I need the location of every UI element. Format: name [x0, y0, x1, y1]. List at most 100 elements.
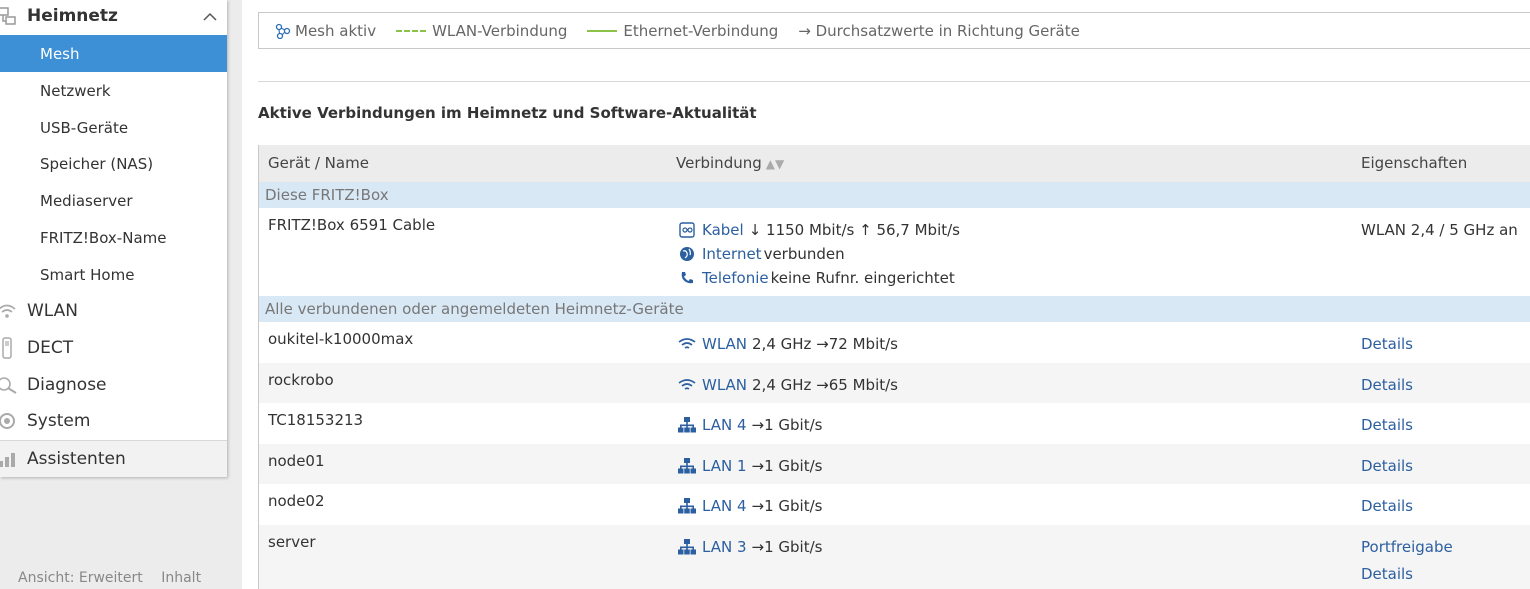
- connection-cell: LAN 3 →1 Gbit/s: [678, 535, 822, 559]
- connection-type-link[interactable]: LAN 4: [702, 497, 747, 515]
- footer: Ansicht: Erweitert Inhalt: [18, 570, 215, 586]
- telefonie-value: keine Rufnr. eingerichtet: [770, 269, 955, 287]
- group-header-fritzbox: Diese FRITZ!Box: [259, 182, 1530, 208]
- sidebar-item-label: FRITZ!Box-Name: [40, 228, 167, 247]
- sidebar-item-smart-home[interactable]: Smart Home: [0, 256, 227, 293]
- sidebar-item-fritzbox-name[interactable]: FRITZ!Box-Name: [0, 219, 227, 256]
- connection-cell: Kabel ↓ 1150 Mbit/s ↑ 56,7 Mbit/s Intern…: [678, 218, 960, 290]
- internet-value: verbunden: [763, 245, 845, 263]
- table-row: FRITZ!Box 6591 Cable Kabel ↓ 1150 Mbit/s…: [259, 208, 1530, 296]
- table-row: node02 LAN 4 →1 Gbit/s Details: [259, 484, 1530, 525]
- nav-system-label: System: [27, 411, 91, 431]
- sort-icon[interactable]: ▲▼: [766, 157, 784, 171]
- col-header-properties: Eigenschaften: [1361, 154, 1468, 172]
- lan-icon: [678, 538, 696, 556]
- diagnose-icon: [0, 374, 18, 396]
- mesh-icon: [275, 23, 291, 39]
- group-header-devices: Alle verbundenen oder angemeldeten Heimn…: [259, 296, 1530, 322]
- table-row: TC18153213 LAN 4 →1 Gbit/s Details: [259, 403, 1530, 444]
- sidebar-item-mediaserver[interactable]: Mediaserver: [0, 182, 227, 219]
- portfreigabe-link[interactable]: Portfreigabe: [1361, 538, 1453, 556]
- ethernet-line-sample: [587, 29, 618, 32]
- connections-table: Gerät / Name Verbindung ▲▼ Eigenschaften …: [258, 145, 1530, 589]
- cable-value: ↓ 1150 Mbit/s ↑ 56,7 Mbit/s: [748, 221, 960, 239]
- sidebar-item-label: Smart Home: [40, 265, 135, 284]
- device-name: server: [268, 532, 316, 551]
- phone-line: Telefonie keine Rufnr. eingerichtet: [678, 266, 960, 290]
- nav-dect-label: DECT: [27, 338, 74, 358]
- cable-modem-icon: [678, 221, 696, 239]
- sidebar-item-label: Netzwerk: [40, 81, 111, 100]
- sidebar-item-netzwerk[interactable]: Netzwerk: [0, 72, 227, 109]
- nav-heimnetz[interactable]: Heimnetz: [0, 0, 227, 34]
- connection-cell: LAN 1 →1 Gbit/s: [678, 454, 822, 478]
- legend: Mesh aktiv WLAN-Verbindung Ethernet-Verb…: [258, 12, 1530, 49]
- legend-ethernet: Ethernet-Verbindung: [587, 22, 778, 40]
- sidebar-item-label: Mesh: [40, 44, 80, 63]
- details-link[interactable]: Details: [1361, 376, 1413, 394]
- nav-diagnose[interactable]: Diagnose: [0, 367, 227, 403]
- legend-wlan-label: WLAN-Verbindung: [432, 21, 568, 40]
- device-name: node02: [268, 492, 325, 510]
- device-name: FRITZ!Box 6591 Cable: [268, 216, 436, 234]
- details-link[interactable]: Details: [1361, 565, 1413, 583]
- assistant-icon: [0, 448, 18, 470]
- connection-speed: →1 Gbit/s: [751, 497, 823, 515]
- sidebar-item-usb[interactable]: USB-Geräte: [0, 109, 227, 146]
- wifi-icon: [678, 335, 696, 353]
- content-link[interactable]: Inhalt: [161, 570, 201, 586]
- sidebar-item-label: USB-Geräte: [40, 118, 129, 137]
- sidebar: Heimnetz Mesh Netzwerk USB-Geräte Speich…: [0, 0, 227, 477]
- connection-cell: WLAN 2,4 GHz →65 Mbit/s: [678, 373, 898, 397]
- nav-system[interactable]: System: [0, 403, 227, 439]
- cable-line: Kabel ↓ 1150 Mbit/s ↑ 56,7 Mbit/s: [678, 218, 960, 242]
- nav-heimnetz-label: Heimnetz: [27, 6, 118, 26]
- view-mode-link[interactable]: Ansicht: Erweitert: [18, 570, 143, 586]
- details-link[interactable]: Details: [1361, 335, 1413, 353]
- connection-type-link[interactable]: LAN 4: [702, 416, 747, 434]
- lan-icon: [678, 457, 696, 475]
- sidebar-item-nas[interactable]: Speicher (NAS): [0, 145, 227, 182]
- nav-assistenten[interactable]: Assistenten: [0, 440, 227, 477]
- connection-type-link[interactable]: LAN 1: [702, 457, 747, 475]
- col-header-connection-label: Verbindung: [676, 154, 762, 172]
- details-link[interactable]: Details: [1361, 457, 1413, 475]
- legend-ethernet-label: Ethernet-Verbindung: [623, 21, 779, 40]
- nav-diagnose-label: Diagnose: [27, 375, 107, 395]
- device-name: TC18153213: [268, 411, 364, 429]
- sidebar-item-label: Speicher (NAS): [40, 154, 154, 173]
- col-header-connection[interactable]: Verbindung ▲▼: [676, 154, 784, 172]
- nav-assistenten-label: Assistenten: [27, 449, 126, 469]
- lan-icon: [678, 416, 696, 434]
- wlan-line-sample: [396, 29, 427, 32]
- sidebar-item-mesh[interactable]: Mesh: [0, 35, 227, 72]
- internet-line: Internet verbunden: [678, 242, 960, 266]
- cable-link[interactable]: Kabel: [702, 221, 744, 239]
- nav-dect[interactable]: DECT: [0, 330, 227, 366]
- phone-handset-icon: [0, 337, 18, 359]
- details-link[interactable]: Details: [1361, 416, 1413, 434]
- wifi-icon: [0, 300, 18, 322]
- lan-icon: [678, 497, 696, 515]
- gear-icon: [0, 410, 18, 432]
- divider: [258, 81, 1530, 82]
- details-link[interactable]: Details: [1361, 497, 1413, 515]
- legend-throughput-label: → Durchsatzwerte in Richtung Geräte: [798, 21, 1080, 40]
- wifi-icon: [678, 376, 696, 394]
- connection-type-link[interactable]: LAN 3: [702, 538, 747, 556]
- connection-type-link[interactable]: WLAN: [702, 376, 747, 394]
- telefonie-link[interactable]: Telefonie: [702, 269, 769, 287]
- sidebar-item-label: Mediaserver: [40, 191, 133, 210]
- chevron-up-icon[interactable]: [203, 7, 217, 27]
- col-header-name: Gerät / Name: [268, 154, 369, 172]
- network-icon: [0, 5, 18, 27]
- nav-wlan[interactable]: WLAN: [0, 293, 227, 329]
- table-row: server LAN 3 →1 Gbit/s Portfreigabe Details: [259, 524, 1530, 589]
- connection-type-link[interactable]: WLAN: [702, 335, 747, 353]
- connection-speed: →1 Gbit/s: [751, 416, 823, 434]
- legend-mesh-label: Mesh aktiv: [295, 21, 377, 40]
- globe-icon: [678, 245, 696, 263]
- connection-cell: LAN 4 →1 Gbit/s: [678, 494, 822, 518]
- connection-cell: WLAN 2,4 GHz →72 Mbit/s: [678, 332, 898, 356]
- internet-link[interactable]: Internet: [702, 245, 762, 263]
